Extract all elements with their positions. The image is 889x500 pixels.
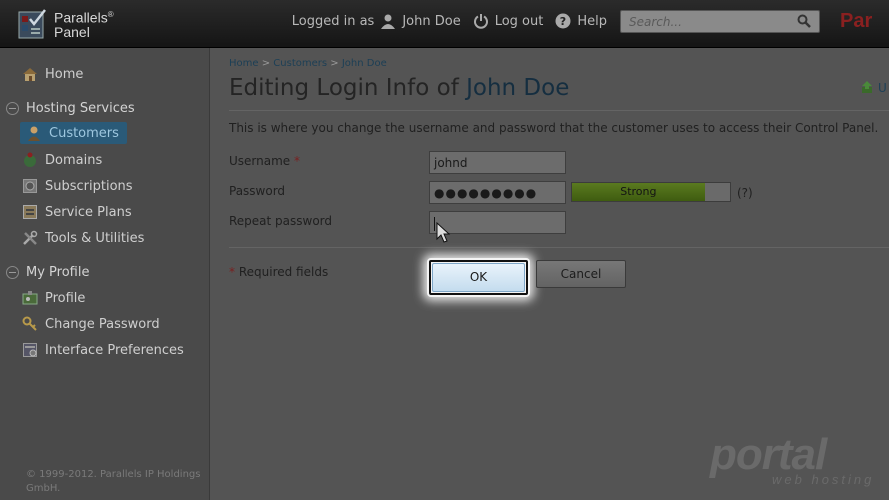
sidebar-item-tools[interactable]: Tools & Utilities bbox=[22, 227, 144, 249]
help-icon: ? bbox=[555, 13, 571, 29]
sidebar-item-label: Customers bbox=[49, 125, 119, 141]
tools-icon bbox=[22, 230, 38, 246]
sidebar-section-label: My Profile bbox=[26, 265, 90, 280]
footer-line2: GmbH. bbox=[26, 483, 61, 494]
main-content: Home > Customers > John Doe Editing Logi… bbox=[210, 48, 889, 500]
sidebar-item-label: Interface Preferences bbox=[45, 342, 184, 358]
copyright-footer: © 1999-2012. Parallels IP Holdings GmbH. bbox=[26, 468, 206, 496]
sidebar-item-service-plans[interactable]: Service Plans bbox=[22, 201, 132, 223]
sidebar-section-hosting-services[interactable]: Hosting Services bbox=[6, 101, 135, 116]
top-bar: Parallels® Panel Logged in as John Doe L… bbox=[0, 0, 889, 48]
breadcrumb: Home > Customers > John Doe bbox=[229, 58, 387, 69]
brand-right-text: Par bbox=[840, 10, 873, 32]
upload-icon bbox=[860, 80, 874, 97]
username-value: johnd bbox=[434, 156, 468, 170]
search-placeholder: Search... bbox=[629, 15, 682, 29]
sidebar-section-label: Hosting Services bbox=[26, 101, 135, 116]
password-help-link[interactable]: (?) bbox=[737, 186, 753, 200]
preferences-icon bbox=[22, 342, 38, 358]
username-label-text: Username bbox=[229, 154, 291, 168]
service-plans-icon bbox=[22, 204, 38, 220]
sidebar-item-label: Subscriptions bbox=[45, 178, 133, 194]
parallels-logo-icon bbox=[18, 8, 48, 40]
username-label: Username * bbox=[229, 154, 300, 168]
search-icon[interactable] bbox=[797, 14, 811, 31]
page-title-name: John Doe bbox=[466, 75, 570, 101]
svg-text:?: ? bbox=[560, 15, 566, 28]
sidebar-item-profile[interactable]: Profile bbox=[22, 287, 85, 309]
repeat-password-label: Repeat password bbox=[229, 214, 333, 228]
cancel-button[interactable]: Cancel bbox=[536, 260, 626, 288]
search-input[interactable]: Search... bbox=[620, 10, 820, 33]
intro-text: This is where you change the username an… bbox=[229, 121, 879, 135]
collapse-icon[interactable] bbox=[6, 102, 19, 115]
logged-in-prefix: Logged in as bbox=[291, 13, 375, 29]
key-icon bbox=[22, 316, 38, 332]
logo-reg: ® bbox=[107, 10, 114, 19]
breadcrumb-john-doe[interactable]: John Doe bbox=[342, 58, 387, 69]
logout-icon bbox=[473, 13, 489, 29]
sidebar-item-label: Domains bbox=[45, 152, 103, 168]
password-strength-fill: Strong bbox=[572, 183, 705, 201]
required-mark: * bbox=[294, 154, 300, 168]
sidebar-item-label: Tools & Utilities bbox=[45, 230, 145, 246]
user-name-link[interactable]: John Doe bbox=[402, 14, 460, 29]
breadcrumb-separator: > bbox=[330, 58, 339, 69]
sidebar-item-customers[interactable]: Customers bbox=[20, 122, 127, 144]
home-icon bbox=[22, 66, 38, 82]
username-field[interactable]: johnd bbox=[429, 151, 566, 174]
help-link[interactable]: Help bbox=[577, 14, 607, 29]
sidebar-section-my-profile[interactable]: My Profile bbox=[6, 265, 89, 280]
logo-text: Parallels® Panel bbox=[54, 8, 114, 39]
footer-line1: © 1999-2012. Parallels IP Holdings bbox=[26, 469, 201, 480]
sidebar-item-subscriptions[interactable]: Subscriptions bbox=[22, 175, 133, 197]
sidebar-item-label: Home bbox=[45, 66, 84, 82]
password-field[interactable]: ●●●●●●●●● bbox=[429, 181, 566, 204]
logo-line2: Panel bbox=[54, 23, 90, 40]
password-strength-label: Strong bbox=[620, 185, 657, 198]
brand-logo-right: Par bbox=[840, 10, 872, 33]
sidebar-item-interface-preferences[interactable]: Interface Preferences bbox=[22, 339, 184, 361]
required-mark: * bbox=[229, 265, 235, 279]
required-fields-note: * Required fields bbox=[229, 265, 328, 279]
logout-link[interactable]: Log out bbox=[495, 14, 544, 29]
breadcrumb-home[interactable]: Home bbox=[229, 58, 259, 69]
upload-link[interactable]: U bbox=[860, 80, 887, 97]
sidebar-item-label: Change Password bbox=[45, 316, 160, 332]
ok-button[interactable]: OK bbox=[432, 263, 525, 292]
sidebar-item-domains[interactable]: Domains bbox=[22, 149, 102, 171]
breadcrumb-separator: > bbox=[261, 58, 271, 69]
title-divider bbox=[229, 110, 889, 111]
profile-icon bbox=[22, 290, 38, 306]
page-title: Editing Login Info of John Doe bbox=[229, 75, 569, 101]
form-divider bbox=[229, 247, 889, 248]
subscriptions-icon bbox=[22, 178, 38, 194]
sidebar-item-change-password[interactable]: Change Password bbox=[22, 313, 160, 335]
required-fields-text: Required fields bbox=[238, 265, 329, 279]
parallels-logo[interactable]: Parallels® Panel bbox=[18, 8, 114, 40]
domains-icon bbox=[22, 152, 38, 168]
user-icon bbox=[380, 13, 396, 29]
portal-watermark-sub: web hosting bbox=[772, 472, 875, 487]
sidebar: Home Hosting Services Customers Domains … bbox=[0, 48, 210, 500]
collapse-icon[interactable] bbox=[6, 266, 19, 279]
password-value: ●●●●●●●●● bbox=[434, 186, 538, 200]
top-links: Logged in as John Doe Log out ? Help bbox=[292, 13, 607, 29]
page-title-prefix: Editing Login Info of bbox=[229, 75, 459, 101]
upload-link-label: U bbox=[878, 81, 887, 95]
password-strength-meter: Strong bbox=[571, 182, 731, 202]
breadcrumb-customers[interactable]: Customers bbox=[273, 58, 327, 69]
password-label: Password bbox=[229, 184, 286, 198]
mouse-cursor-icon bbox=[436, 221, 452, 248]
sidebar-item-label: Profile bbox=[45, 290, 86, 306]
customers-icon bbox=[26, 125, 42, 141]
sidebar-item-label: Service Plans bbox=[45, 204, 132, 220]
sidebar-item-home[interactable]: Home bbox=[22, 63, 83, 85]
text-caret bbox=[434, 216, 435, 231]
